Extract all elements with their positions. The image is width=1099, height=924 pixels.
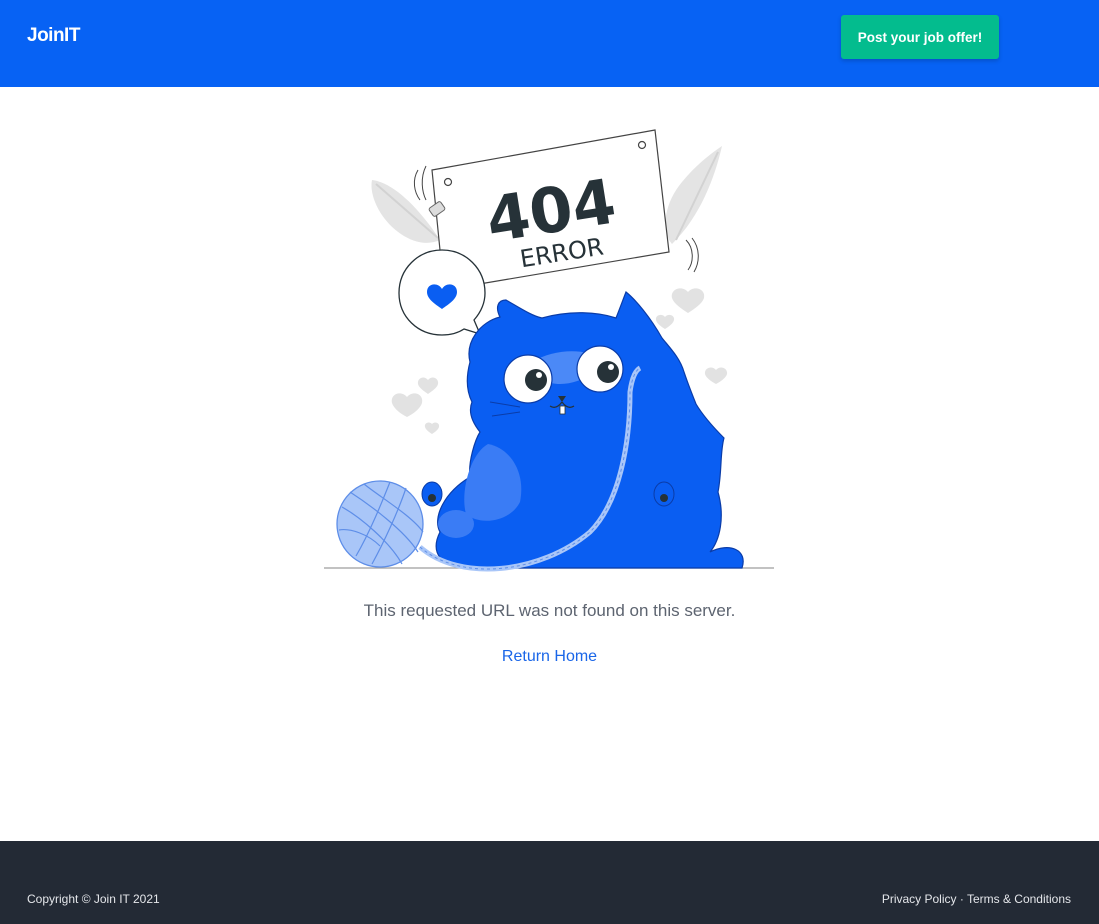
post-job-offer-button[interactable]: Post your job offer! bbox=[841, 15, 999, 59]
footer-links: Privacy Policy · Terms & Conditions bbox=[882, 892, 1071, 906]
privacy-policy-link[interactable]: Privacy Policy bbox=[882, 892, 957, 906]
top-navbar: JoinIT Post your job offer! bbox=[0, 0, 1099, 87]
footer-separator: · bbox=[956, 892, 967, 906]
copyright-text: Copyright © Join IT 2021 bbox=[27, 892, 160, 906]
cat-illustration bbox=[418, 291, 744, 572]
speech-bubble-heart-icon bbox=[398, 249, 486, 336]
yarn-ball-icon bbox=[336, 480, 424, 568]
footer: Copyright © Join IT 2021 Privacy Policy … bbox=[0, 841, 1099, 924]
404-illustration: 404 ERROR bbox=[320, 122, 780, 580]
return-home-container: Return Home bbox=[0, 648, 1099, 666]
return-home-link[interactable]: Return Home bbox=[502, 648, 597, 665]
error-message: This requested URL was not found on this… bbox=[363, 601, 736, 620]
leaf-right-icon bbox=[665, 146, 722, 244]
terms-conditions-link[interactable]: Terms & Conditions bbox=[967, 892, 1071, 906]
logo[interactable]: JoinIT bbox=[27, 25, 80, 47]
